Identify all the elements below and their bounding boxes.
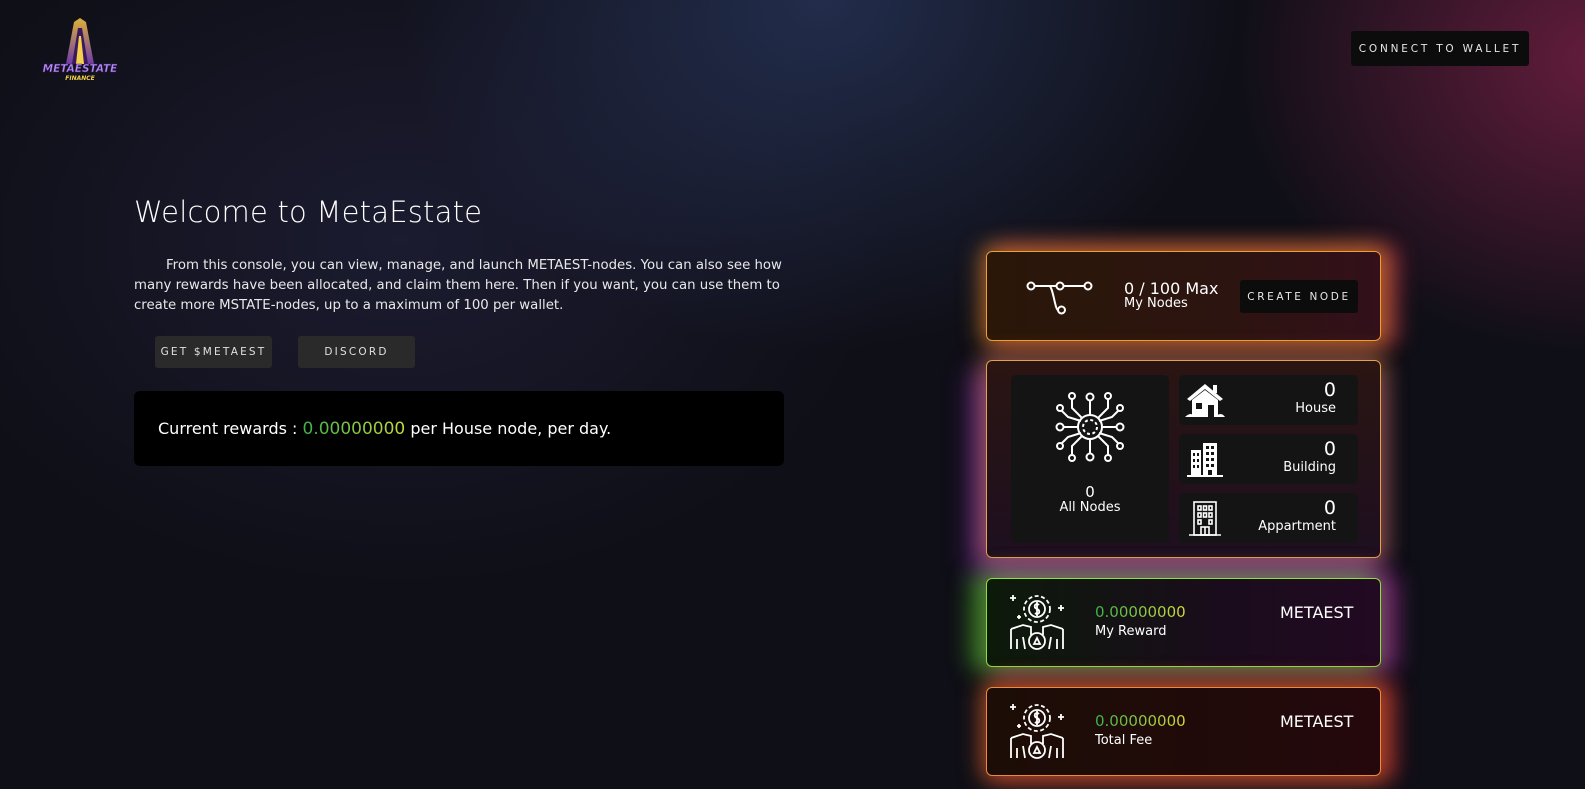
rewards-value: 0.00000000 bbox=[302, 418, 406, 439]
my-reward-unit: METAEST bbox=[1280, 603, 1354, 622]
all-nodes-label: All Nodes bbox=[1059, 500, 1121, 515]
total-fee-card: 0.00000000 Total Fee METAEST bbox=[986, 687, 1381, 776]
apartment-icon bbox=[1189, 501, 1221, 536]
house-count: 0 bbox=[1323, 379, 1336, 401]
house-stat: 0 House bbox=[1179, 375, 1358, 425]
node-counts-card: 0 All Nodes 0 House 0 Building 0 Appartm… bbox=[986, 360, 1381, 558]
rewards-suffix: per House node, per day. bbox=[410, 418, 612, 438]
intro-paragraph: From this console, you can view, manage,… bbox=[134, 258, 782, 313]
reward-icon bbox=[1010, 595, 1064, 650]
my-nodes-label: My Nodes bbox=[1124, 296, 1188, 311]
route-icon bbox=[1026, 281, 1093, 315]
current-rewards-panel: Current rewards : 0.00000000 per House n… bbox=[134, 391, 784, 466]
my-nodes-card: 0 / 100 Max My Nodes CREATE NODE bbox=[986, 251, 1381, 341]
building-stat: 0 Building bbox=[1179, 434, 1358, 484]
my-reward-value: 0.00000000 bbox=[1095, 603, 1186, 621]
discord-button[interactable]: DISCORD bbox=[298, 336, 415, 368]
page-title: Welcome to MetaEstate bbox=[134, 195, 483, 229]
total-fee-value: 0.00000000 bbox=[1095, 712, 1186, 730]
reward-icon bbox=[1010, 704, 1064, 759]
logo-icon: METAESTATE FINANCE bbox=[42, 18, 118, 82]
all-nodes-count: 0 bbox=[1085, 483, 1095, 501]
building-count: 0 bbox=[1323, 438, 1336, 460]
create-node-button[interactable]: CREATE NODE bbox=[1240, 280, 1358, 313]
connect-wallet-button[interactable]: CONNECT TO WALLET bbox=[1351, 31, 1529, 66]
metaestate-logo[interactable]: METAESTATE FINANCE bbox=[40, 14, 120, 84]
all-nodes-panel: 0 All Nodes bbox=[1011, 375, 1169, 543]
appartment-count: 0 bbox=[1323, 497, 1336, 519]
network-icon bbox=[1055, 392, 1125, 462]
my-reward-label: My Reward bbox=[1095, 624, 1167, 639]
house-icon bbox=[1185, 384, 1225, 417]
svg-text:METAESTATE: METAESTATE bbox=[43, 63, 118, 75]
current-rewards-text: Current rewards : 0.00000000 per House n… bbox=[158, 419, 611, 439]
rewards-prefix: Current rewards : bbox=[158, 418, 298, 438]
house-label: House bbox=[1295, 401, 1336, 416]
my-reward-card: 0.00000000 My Reward METAEST bbox=[986, 578, 1381, 667]
appartment-label: Appartment bbox=[1258, 519, 1336, 534]
building-label: Building bbox=[1283, 460, 1336, 475]
total-fee-label: Total Fee bbox=[1095, 733, 1153, 748]
total-fee-unit: METAEST bbox=[1280, 712, 1354, 731]
building-icon bbox=[1187, 443, 1223, 477]
svg-text:FINANCE: FINANCE bbox=[65, 75, 95, 82]
appartment-stat: 0 Appartment bbox=[1179, 493, 1358, 543]
get-metaest-button[interactable]: GET $METAEST bbox=[155, 336, 272, 368]
